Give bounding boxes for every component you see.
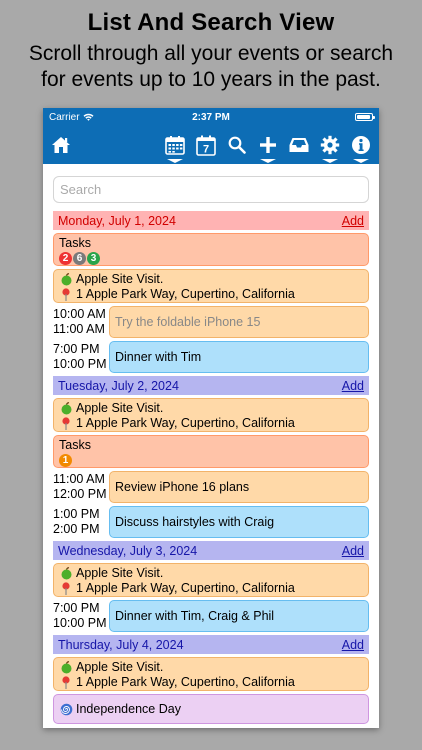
calendar-month-icon[interactable] xyxy=(164,132,186,163)
location-pin-icon xyxy=(59,288,73,301)
event-location: 1 Apple Park Way, Cupertino, California xyxy=(76,675,295,689)
timed-event-row[interactable]: 7:00 PM 10:00 PM Dinner with Tim, Craig &… xyxy=(53,600,369,632)
battery-icon xyxy=(355,113,375,121)
event-start-time: 7:00 PM xyxy=(53,342,100,356)
event-start-time: 7:00 PM xyxy=(53,601,100,615)
home-icon[interactable] xyxy=(50,132,72,158)
apple-icon xyxy=(59,402,73,415)
day-header-monday: Monday, July 1, 2024 Add xyxy=(53,211,369,230)
apple-icon xyxy=(59,661,73,674)
promo-subtitle-line1: Scroll through all your events or search xyxy=(28,42,394,65)
tasks-label: Tasks xyxy=(59,236,91,250)
event-end-time: 11:00 AM xyxy=(53,322,105,336)
event-times: 10:00 AM 11:00 AM xyxy=(53,306,109,338)
event-card[interactable]: Dinner with Tim, Craig & Phil xyxy=(109,600,369,632)
apple-icon xyxy=(59,567,73,580)
event-title: Apple Site Visit. xyxy=(76,566,164,580)
event-end-time: 2:00 PM xyxy=(53,522,100,536)
week-number: 7 xyxy=(203,144,209,156)
promo-subtitle-line2: for events up to 10 years in the past. xyxy=(41,68,381,91)
tasks-card[interactable]: Tasks 2 6 3 xyxy=(53,233,369,266)
event-end-time: 10:00 PM xyxy=(53,616,107,630)
location-pin-icon xyxy=(59,582,73,595)
all-day-event-card[interactable]: Apple Site Visit. 1 Apple Park Way, Cupe… xyxy=(53,657,369,691)
search-icon[interactable] xyxy=(226,132,248,158)
event-end-time: 10:00 PM xyxy=(53,357,107,371)
day-header-tuesday: Tuesday, July 2, 2024 Add xyxy=(53,376,369,395)
event-location: 1 Apple Park Way, Cupertino, California xyxy=(76,416,295,430)
all-day-event-card[interactable]: Apple Site Visit. 1 Apple Park Way, Cupe… xyxy=(53,269,369,303)
event-title: Apple Site Visit. xyxy=(76,401,164,415)
info-icon[interactable] xyxy=(350,132,372,163)
status-time: 2:37 PM xyxy=(192,111,230,123)
task-count-badge: 6 xyxy=(73,252,86,265)
all-day-event-card[interactable]: Apple Site Visit. 1 Apple Park Way, Cupe… xyxy=(53,398,369,432)
add-link[interactable]: Add xyxy=(342,544,364,558)
event-start-time: 10:00 AM xyxy=(53,307,106,321)
event-location: 1 Apple Park Way, Cupertino, California xyxy=(76,287,295,301)
event-times: 1:00 PM 2:00 PM xyxy=(53,506,109,538)
day-header-title: Thursday, July 4, 2024 xyxy=(58,637,184,652)
toolbar: 7 xyxy=(43,126,379,164)
event-card[interactable]: Try the foldable iPhone 15 xyxy=(109,306,369,338)
task-count-badge: 2 xyxy=(59,252,72,265)
phone-screen: Carrier 2:37 PM 7 Search Monday, July 1,… xyxy=(43,108,379,728)
event-location: 1 Apple Park Way, Cupertino, California xyxy=(76,581,295,595)
event-times: 7:00 PM 10:00 PM xyxy=(53,600,109,632)
add-link[interactable]: Add xyxy=(342,379,364,393)
tasks-card[interactable]: Tasks 1 xyxy=(53,435,369,468)
task-count-badge: 1 xyxy=(59,454,72,467)
day-header-wednesday: Wednesday, July 3, 2024 Add xyxy=(53,541,369,560)
day-header-title: Monday, July 1, 2024 xyxy=(58,213,176,228)
tasks-label: Tasks xyxy=(59,438,91,452)
event-start-time: 1:00 PM xyxy=(53,507,100,521)
apple-icon xyxy=(59,273,73,286)
task-count-badge: 3 xyxy=(87,252,100,265)
timed-event-row[interactable]: 1:00 PM 2:00 PM Discuss hairstyles with C… xyxy=(53,506,369,538)
status-bar: Carrier 2:37 PM xyxy=(43,108,379,126)
timed-event-row[interactable]: 11:00 AM 12:00 PM Review iPhone 16 plans xyxy=(53,471,369,503)
promo-title: List And Search View xyxy=(87,9,335,36)
location-pin-icon xyxy=(59,417,73,430)
event-end-time: 12:00 PM xyxy=(53,487,107,501)
event-start-time: 11:00 AM xyxy=(53,472,105,486)
day-header-title: Tuesday, July 2, 2024 xyxy=(58,378,179,393)
day-header-title: Wednesday, July 3, 2024 xyxy=(58,543,198,558)
search-input[interactable]: Search xyxy=(53,176,369,203)
all-day-event-card[interactable]: Apple Site Visit. 1 Apple Park Way, Cupe… xyxy=(53,563,369,597)
timed-event-row[interactable]: 10:00 AM 11:00 AM Try the foldable iPhone… xyxy=(53,306,369,338)
day-header-thursday: Thursday, July 4, 2024 Add xyxy=(53,635,369,654)
event-list: Monday, July 1, 2024 Add Tasks 2 6 3 App… xyxy=(53,211,369,724)
timed-event-row[interactable]: 7:00 PM 10:00 PM Dinner with Tim xyxy=(53,341,369,373)
event-card[interactable]: Dinner with Tim xyxy=(109,341,369,373)
inbox-icon[interactable] xyxy=(288,132,310,158)
add-link[interactable]: Add xyxy=(342,638,364,652)
holiday-title: Independence Day xyxy=(76,702,181,716)
promo-subtitle: Scroll through all your events or search… xyxy=(0,41,422,93)
event-times: 11:00 AM 12:00 PM xyxy=(53,471,109,503)
holiday-card[interactable]: Independence Day xyxy=(53,694,369,724)
add-event-icon[interactable] xyxy=(257,132,279,163)
calendar-week-icon[interactable]: 7 xyxy=(195,132,217,158)
location-pin-icon xyxy=(59,676,73,689)
event-title: Apple Site Visit. xyxy=(76,660,164,674)
add-link[interactable]: Add xyxy=(342,214,364,228)
event-card[interactable]: Discuss hairstyles with Craig xyxy=(109,506,369,538)
settings-icon[interactable] xyxy=(319,132,341,163)
holiday-swirl-icon xyxy=(59,703,73,716)
event-title: Apple Site Visit. xyxy=(76,272,164,286)
event-card[interactable]: Review iPhone 16 plans xyxy=(109,471,369,503)
event-times: 7:00 PM 10:00 PM xyxy=(53,341,109,373)
